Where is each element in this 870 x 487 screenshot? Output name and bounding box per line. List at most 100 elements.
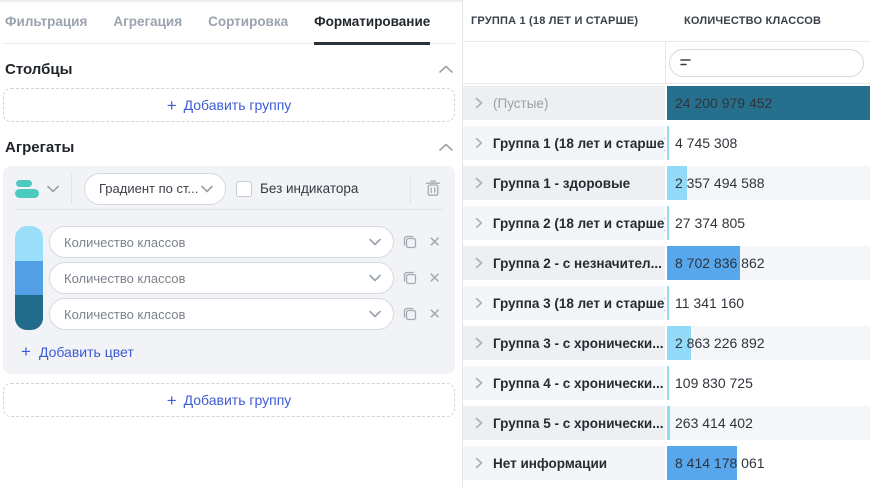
chevron-up-icon[interactable] — [439, 65, 453, 74]
row-group-label: Группа 1 - здоровые — [493, 176, 630, 191]
color-field-select[interactable]: Количество классов — [49, 298, 394, 330]
tab-sorting[interactable]: Сортировка — [208, 11, 288, 43]
formatting-panel: Фильтрация Агрегация Сортировка Форматир… — [0, 0, 462, 487]
aggregate-card-header: Градиент по ст... Без индикатора — [15, 176, 443, 210]
duplicate-color-button[interactable] — [400, 268, 420, 288]
color-field-select[interactable]: Количество классов — [49, 226, 394, 258]
add-group-button[interactable]: + Добавить группу — [3, 88, 455, 122]
delete-aggregate-button[interactable] — [423, 178, 443, 199]
panel-tabs: Фильтрация Агрегация Сортировка Форматир… — [3, 2, 455, 44]
gradient-swatch-3[interactable] — [15, 295, 43, 330]
chevron-up-icon[interactable] — [439, 143, 453, 152]
indicator-type-select[interactable]: Градиент по ст... — [84, 173, 226, 205]
row-group-cell[interactable]: (Пустые) — [463, 86, 665, 120]
indicator-style-icon[interactable] — [15, 180, 41, 198]
table-row: Группа 2 - с незначител... 8 702 836 862 — [463, 246, 870, 280]
table-filter-row — [463, 42, 870, 84]
table-row: Группа 2 (18 лет и старше)27 374 805 — [463, 206, 870, 240]
row-value-cell[interactable]: 27 374 805 — [667, 206, 870, 240]
row-group-cell[interactable]: Группа 1 - здоровые — [463, 166, 665, 200]
row-value-cell[interactable]: 109 830 725 — [667, 366, 870, 400]
plus-icon: + — [167, 97, 177, 114]
chevron-down-icon[interactable] — [47, 185, 59, 193]
color-field-select[interactable]: Количество классов — [49, 262, 394, 294]
chevron-right-icon[interactable] — [475, 257, 483, 269]
data-table: ГРУППА 1 (18 ЛЕТ И СТАРШЕ) КОЛИЧЕСТВО КЛ… — [462, 0, 870, 487]
table-row: Группа 1 (18 лет и старше)4 745 308 — [463, 126, 870, 160]
row-value-cell[interactable]: 2 863 226 892 — [667, 326, 870, 360]
close-icon: ✕ — [428, 235, 441, 250]
row-value-cell[interactable]: 11 341 160 — [667, 286, 870, 320]
row-value-text: 109 830 725 — [667, 375, 753, 391]
no-indicator-checkbox[interactable] — [236, 181, 252, 197]
chevron-right-icon[interactable] — [475, 337, 483, 349]
add-group-label: Добавить группу — [184, 97, 292, 113]
column-header-class-count[interactable]: КОЛИЧЕСТВО КЛАССОВ — [665, 15, 870, 27]
table-row: Группа 5 - с хронически... 263 414 402 — [463, 406, 870, 440]
row-value-cell[interactable]: 2 357 494 588 — [667, 166, 870, 200]
row-group-cell[interactable]: Группа 2 (18 лет и старше) — [463, 206, 665, 240]
row-group-label: Группа 5 - с хронически... — [493, 416, 663, 431]
row-group-cell[interactable]: Нет информации — [463, 446, 665, 480]
row-group-cell[interactable]: Группа 3 (18 лет и старше) — [463, 286, 665, 320]
row-value-cell[interactable]: 263 414 402 — [667, 406, 870, 440]
color-field-value: Количество классов — [64, 271, 185, 286]
row-group-cell[interactable]: Группа 2 - с незначител... — [463, 246, 665, 280]
row-group-cell[interactable]: Группа 4 - с хронически... — [463, 366, 665, 400]
tab-aggregation[interactable]: Агрегация — [113, 11, 182, 43]
remove-color-button[interactable]: ✕ — [426, 305, 443, 324]
row-group-cell[interactable]: Группа 3 - с хронически... — [463, 326, 665, 360]
row-value-cell[interactable]: 8 414 178 061 — [667, 446, 870, 480]
table-row: Группа 4 - с хронически... 109 830 725 — [463, 366, 870, 400]
row-group-label: Группа 1 (18 лет и старше) — [493, 136, 665, 151]
add-group-button[interactable]: + Добавить группу — [3, 383, 455, 417]
app-root: Фильтрация Агрегация Сортировка Форматир… — [0, 0, 870, 487]
gradient-colors-block: Количество классов ✕ Количество классов ✕ Ко… — [15, 226, 443, 330]
row-value-cell[interactable]: 4 745 308 — [667, 126, 870, 160]
gradient-swatch-1[interactable] — [15, 226, 43, 261]
indicator-type-value: Градиент по ст... — [99, 181, 198, 196]
row-group-label: Нет информации — [493, 456, 607, 471]
column-filter-input[interactable] — [669, 49, 864, 77]
chevron-right-icon[interactable] — [475, 377, 483, 389]
row-value-cell[interactable]: 8 702 836 862 — [667, 246, 870, 280]
row-group-cell[interactable]: Группа 1 (18 лет и старше) — [463, 126, 665, 160]
chevron-right-icon[interactable] — [475, 137, 483, 149]
chevron-right-icon[interactable] — [475, 97, 483, 109]
remove-color-button[interactable]: ✕ — [426, 269, 443, 288]
chevron-down-icon — [369, 274, 381, 282]
chevron-down-icon — [201, 185, 213, 193]
plus-icon: + — [167, 392, 177, 409]
column-header-group[interactable]: ГРУППА 1 (18 ЛЕТ И СТАРШЕ) — [463, 15, 665, 27]
table-row: Группа 3 (18 лет и старше)11 341 160 — [463, 286, 870, 320]
row-group-cell[interactable]: Группа 5 - с хронически... — [463, 406, 665, 440]
duplicate-color-button[interactable] — [400, 304, 420, 324]
close-icon: ✕ — [428, 271, 441, 286]
row-group-label: Группа 4 - с хронически... — [493, 376, 663, 391]
duplicate-color-button[interactable] — [400, 232, 420, 252]
row-group-label: Группа 2 - с незначител... — [493, 256, 662, 271]
gradient-swatch-2[interactable] — [15, 261, 43, 296]
remove-color-button[interactable]: ✕ — [426, 233, 443, 252]
chevron-right-icon[interactable] — [475, 417, 483, 429]
chevron-right-icon[interactable] — [475, 217, 483, 229]
columns-section-header: Столбцы — [5, 61, 453, 78]
row-value-cell[interactable]: 24 200 979 452 — [667, 86, 870, 120]
table-row: Нет информации 8 414 178 061 — [463, 446, 870, 480]
tab-formatting[interactable]: Форматирование — [314, 11, 430, 45]
chevron-right-icon[interactable] — [475, 177, 483, 189]
chevron-down-icon — [369, 310, 381, 318]
row-group-label: Группа 2 (18 лет и старше) — [493, 216, 665, 231]
copy-icon — [402, 306, 418, 322]
row-value-text: 8 414 178 061 — [667, 455, 765, 471]
chevron-down-icon — [369, 238, 381, 246]
chevron-right-icon[interactable] — [475, 297, 483, 309]
plus-icon: + — [21, 343, 31, 360]
chevron-right-icon[interactable] — [475, 457, 483, 469]
tab-filtration[interactable]: Фильтрация — [5, 11, 87, 43]
divider — [410, 174, 411, 204]
color-field-value: Количество классов — [64, 235, 185, 250]
row-group-label: (Пустые) — [493, 96, 548, 111]
row-value-text: 2 863 226 892 — [667, 335, 765, 351]
add-color-button[interactable]: + Добавить цвет — [21, 343, 134, 360]
